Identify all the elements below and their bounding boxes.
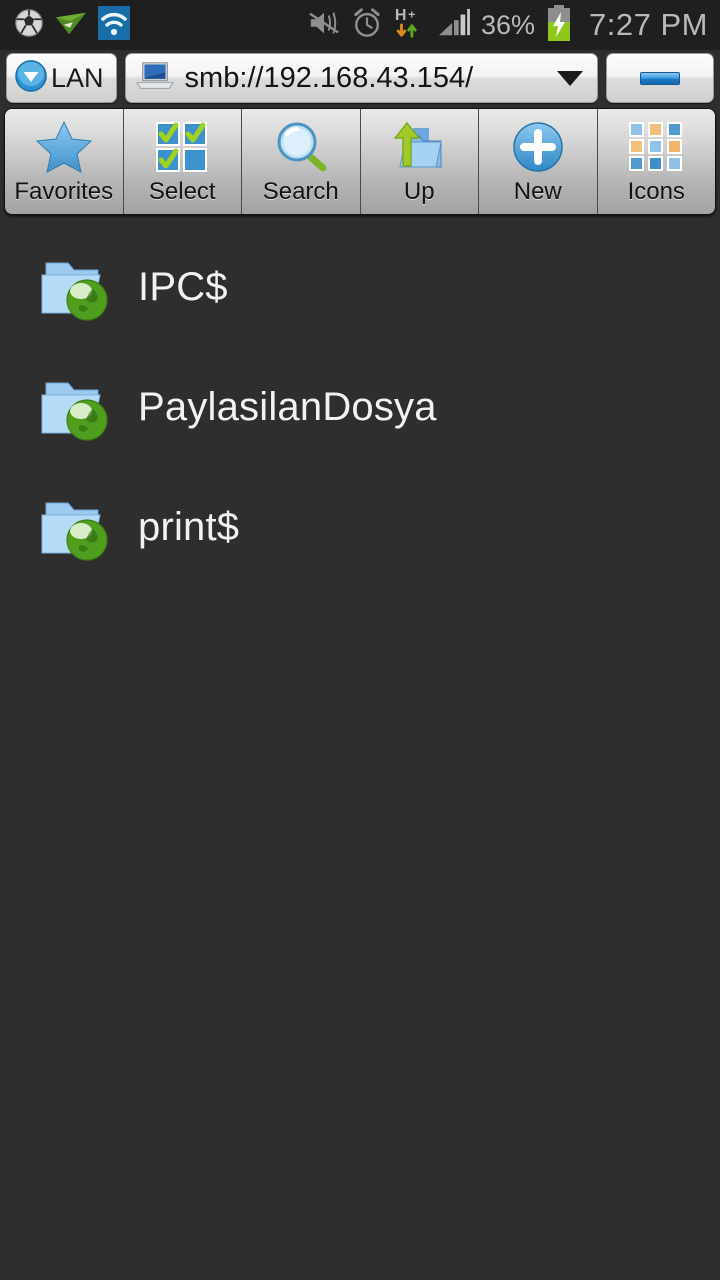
status-bar-clock: 7:27 PM: [589, 7, 708, 42]
battery-percent-label: 36%: [481, 9, 536, 40]
soccer-ball-icon: [14, 8, 44, 43]
path-text: smb://192.168.43.154/: [184, 61, 474, 94]
toolbar-button-up[interactable]: Up: [361, 109, 479, 214]
wifi-hotspot-icon: [98, 5, 130, 45]
hplus-network-icon: H +: [393, 6, 427, 45]
toolbar-label-search: Search: [262, 178, 339, 205]
main-toolbar: Favorites Select Search Up New Icons: [4, 108, 716, 215]
list-item-label: PaylasilanDosya: [138, 384, 437, 429]
toolbar-label-up: Up: [403, 178, 435, 205]
toolbar-button-select[interactable]: Select: [124, 109, 242, 214]
star-icon: [5, 118, 123, 176]
toolbar-label-new: New: [513, 178, 562, 205]
lan-button-label: LAN: [51, 62, 104, 93]
toolbar-label-favorites: Favorites: [14, 178, 114, 205]
toolbar-label-select: Select: [148, 178, 216, 205]
list-item-label: IPC$: [138, 264, 228, 309]
chevron-down-icon[interactable]: [557, 70, 583, 86]
toolbar-label-icons: Icons: [627, 178, 685, 205]
navigation-arrow-icon: [54, 8, 88, 43]
status-bar: H + 36% 7:27 PM: [0, 0, 720, 50]
list-item[interactable]: IPC$: [0, 227, 720, 347]
network-folder-icon: [38, 371, 116, 443]
list-item[interactable]: PaylasilanDosya: [0, 347, 720, 467]
alarm-clock-icon: [352, 7, 382, 44]
network-folder-icon: [38, 491, 116, 563]
checkbox-grid-icon: [124, 118, 242, 176]
status-bar-system-icons: H + 36% 7:27 PM: [307, 4, 720, 46]
svg-text:+: +: [408, 7, 415, 21]
status-bar-notification-icons: [0, 5, 130, 45]
address-bar: LAN smb://192.168.43.154/: [0, 50, 720, 108]
magnifier-icon: [242, 118, 360, 176]
toolbar-button-icons[interactable]: Icons: [598, 109, 716, 214]
path-field[interactable]: smb://192.168.43.154/: [124, 53, 598, 103]
list-item[interactable]: print$: [0, 467, 720, 587]
plus-circle-icon: [479, 118, 597, 176]
toolbar-button-favorites[interactable]: Favorites: [5, 109, 124, 214]
lan-dropdown-button[interactable]: LAN: [6, 53, 117, 103]
toolbar-button-search[interactable]: Search: [242, 109, 361, 214]
minimize-icon: [640, 71, 680, 85]
svg-text:H: H: [395, 6, 407, 24]
folder-up-arrow-icon: [361, 118, 479, 176]
mute-vibrate-icon: [307, 8, 341, 43]
thumbnail-grid-icon: [598, 118, 716, 176]
file-list: IPC$ PaylasilanDosya print$: [0, 215, 720, 587]
minimize-button[interactable]: [606, 53, 714, 103]
battery-charging-icon: [546, 4, 572, 46]
signal-bars-icon: [438, 8, 470, 43]
network-folder-icon: [38, 251, 116, 323]
toolbar-button-new[interactable]: New: [479, 109, 598, 214]
laptop-icon: [135, 59, 175, 98]
blue-dropdown-circle-icon: [14, 59, 48, 98]
list-item-label: print$: [138, 504, 240, 549]
